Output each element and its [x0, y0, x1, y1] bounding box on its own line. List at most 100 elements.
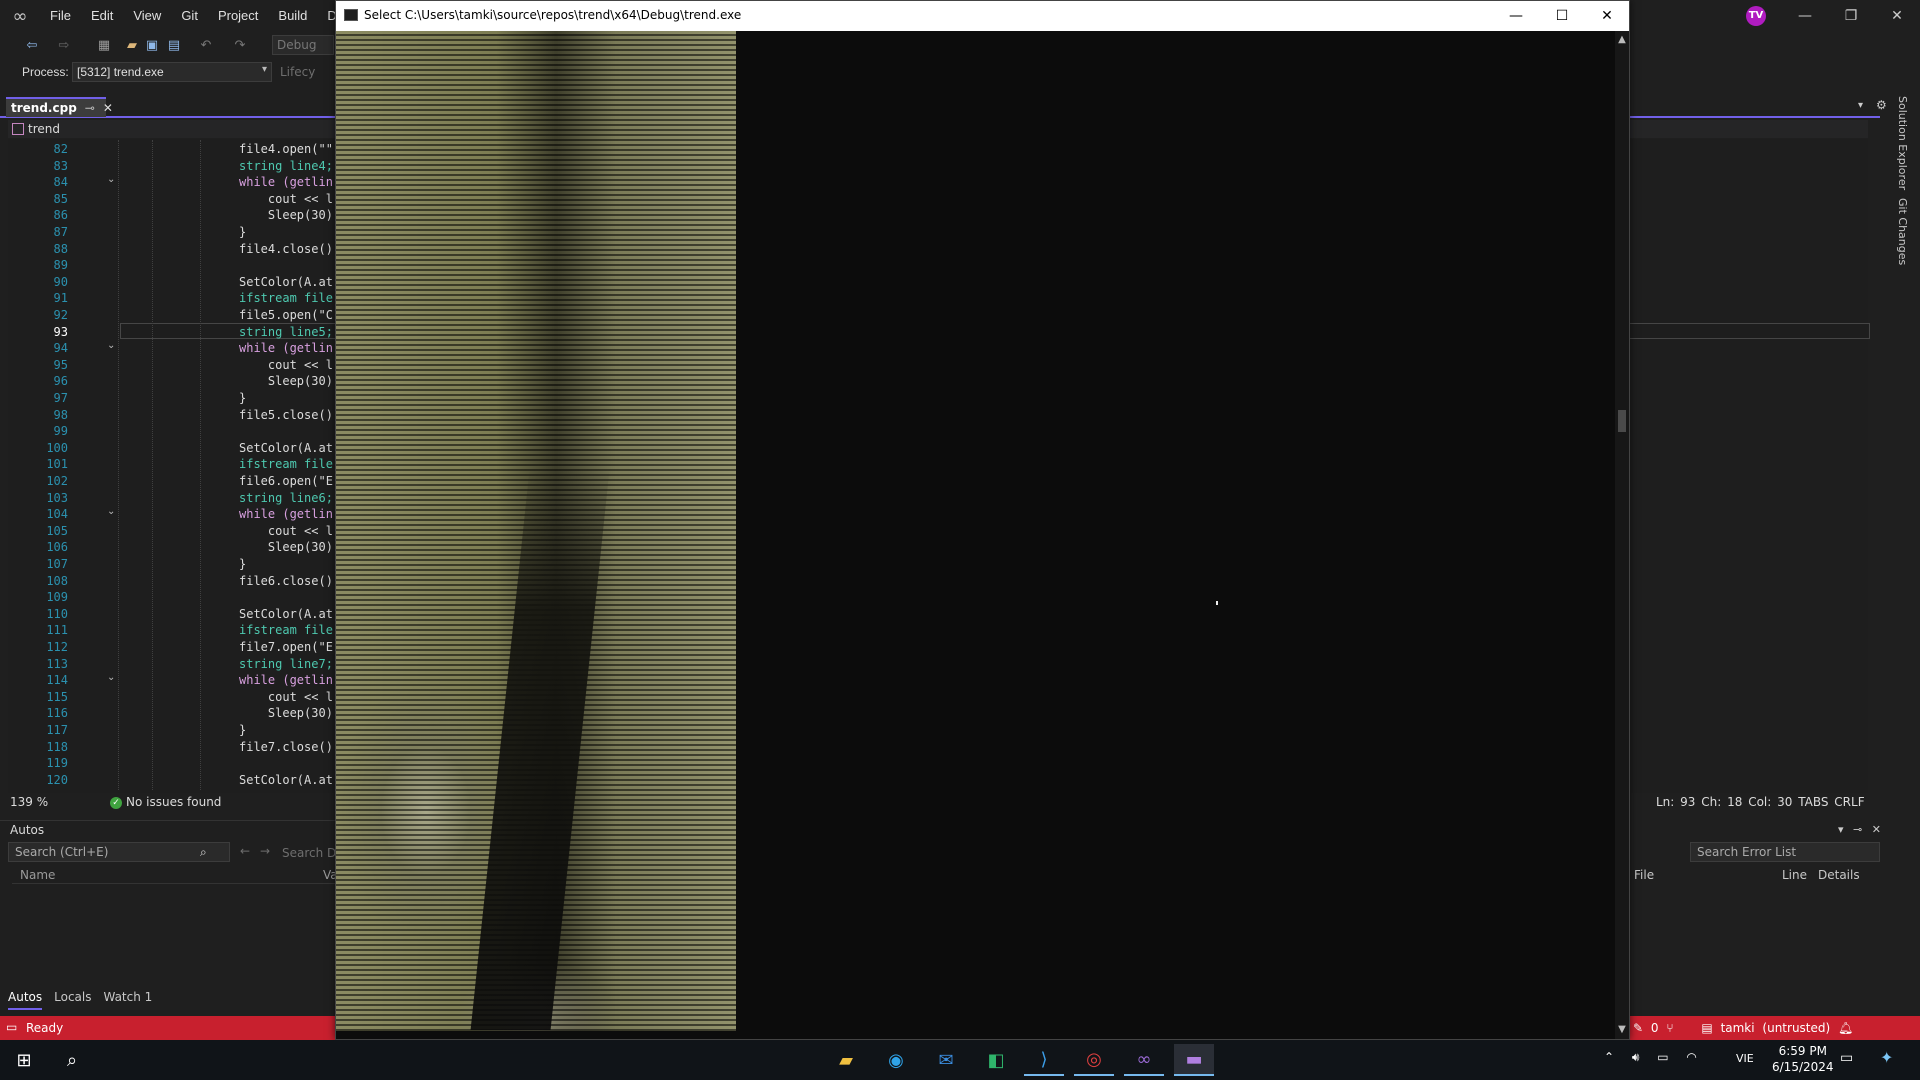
menu-project[interactable]: Project [208, 0, 268, 32]
column-line[interactable]: Line [1782, 868, 1807, 882]
code-line[interactable]: SetColor(A.at [239, 274, 333, 290]
menu-build[interactable]: Build [268, 0, 317, 32]
edge-browser-icon[interactable]: ◉ [876, 1044, 916, 1076]
lifecycle-events-label[interactable]: Lifecy [280, 65, 315, 79]
code-line[interactable]: Sleep(30) [239, 705, 333, 721]
output-window-icon[interactable]: ▭ [6, 1020, 17, 1034]
code-line[interactable]: string line5; [239, 324, 333, 340]
search-icon[interactable]: ⌕ [200, 845, 207, 860]
code-line[interactable]: cout << l [239, 191, 333, 207]
mail-icon[interactable]: ✉ [926, 1044, 966, 1076]
code-line[interactable]: ifstream file [239, 622, 333, 638]
copilot-icon[interactable]: ✦ [1880, 1048, 1893, 1067]
column-details[interactable]: Details [1818, 868, 1860, 882]
error-list-search-input[interactable]: Search Error List [1690, 842, 1880, 862]
code-line[interactable]: file4.open("" [239, 141, 333, 157]
code-line[interactable]: } [239, 722, 246, 738]
search-icon[interactable]: ⌕ [52, 1044, 92, 1076]
col-indicator[interactable]: Col: 30 [1748, 795, 1792, 809]
console-minimize-icon[interactable]: — [1493, 1, 1539, 31]
scroll-up-icon[interactable]: ▲ [1616, 34, 1628, 45]
code-line[interactable]: Sleep(30) [239, 539, 333, 555]
code-line[interactable]: file7.open("E [239, 639, 333, 655]
search-nav-arrows-icon[interactable]: ←→ [240, 844, 280, 858]
notification-center-icon[interactable]: ▭ [1840, 1050, 1853, 1066]
code-line[interactable]: SetColor(A.at [239, 772, 333, 788]
vs-restore-icon[interactable]: ❐ [1828, 0, 1874, 32]
code-line[interactable]: string line7; [239, 656, 333, 672]
chrome-icon[interactable]: ◎ [1074, 1044, 1114, 1076]
tab-locals[interactable]: Locals [54, 990, 91, 1010]
visual-studio-icon[interactable]: ∞ [1124, 1044, 1164, 1076]
vs-minimize-icon[interactable]: — [1782, 0, 1828, 32]
pencil-icon[interactable]: ✎ [1633, 1021, 1643, 1035]
code-line[interactable]: file4.close() [239, 241, 333, 257]
eol-indicator[interactable]: CRLF [1834, 795, 1864, 809]
start-windows-icon[interactable]: ⊞ [4, 1044, 44, 1076]
code-line[interactable]: while (getlin [239, 672, 333, 688]
code-line[interactable]: } [239, 224, 246, 240]
account-avatar[interactable]: TV [1746, 6, 1766, 26]
char-indicator[interactable]: Ch: 18 [1701, 795, 1742, 809]
menu-edit[interactable]: Edit [81, 0, 123, 32]
column-name[interactable]: Name [20, 868, 55, 882]
new-project-icon[interactable]: ▦ [96, 38, 112, 54]
code-line[interactable]: while (getlin [239, 506, 333, 522]
zoom-level[interactable]: 139 % [10, 795, 48, 809]
fold-chevron-icon[interactable]: ⌄ [107, 174, 119, 185]
tray-icons[interactable]: ⌃ 🔊︎ ▭ ◠ [1604, 1050, 1697, 1065]
code-line[interactable]: string line6; [239, 490, 333, 506]
line-indicator[interactable]: Ln: 93 [1656, 795, 1695, 809]
console-scrollbar[interactable] [1615, 31, 1629, 1039]
tab-list-chevron-icon[interactable]: ▾ [1858, 100, 1863, 111]
panel-controls-icon[interactable]: ▾ ⊸ ✕ [1838, 823, 1881, 836]
scroll-down-icon[interactable]: ▼ [1616, 1024, 1628, 1035]
input-language[interactable]: VIE [1736, 1052, 1754, 1065]
code-line[interactable]: ifstream file [239, 456, 333, 472]
code-line[interactable]: while (getlin [239, 174, 333, 190]
meet-icon[interactable]: ◧ [976, 1044, 1016, 1076]
code-line[interactable]: Sleep(30) [239, 373, 333, 389]
tab-trend-cpp[interactable]: trend.cpp ⊸ ✕ [6, 97, 113, 117]
code-line[interactable]: file5.close() [239, 407, 333, 423]
code-line[interactable]: SetColor(A.at [239, 440, 333, 456]
menu-git[interactable]: Git [171, 0, 208, 32]
git-changes-tab[interactable]: Git Changes [1896, 198, 1909, 265]
code-line[interactable]: SetColor(A.at [239, 606, 333, 622]
solution-explorer-tab[interactable]: Solution Explorer [1896, 96, 1909, 190]
code-line[interactable]: while (getlin [239, 340, 333, 356]
code-line[interactable]: cout << l [239, 689, 333, 705]
tab-watch-1[interactable]: Watch 1 [103, 990, 152, 1010]
code-line[interactable]: ifstream file [239, 290, 333, 306]
visual-studio-logo-icon[interactable]: ∞ [0, 0, 40, 32]
fold-chevron-icon[interactable]: ⌄ [107, 340, 119, 351]
fold-chevron-icon[interactable]: ⌄ [107, 506, 119, 517]
git-branch-icon[interactable]: ⑂ [1666, 1021, 1673, 1035]
terminal-icon[interactable]: ▬ [1174, 1044, 1214, 1076]
vs-close-icon[interactable]: ✕ [1874, 0, 1920, 32]
column-file[interactable]: File [1634, 868, 1654, 882]
code-line[interactable]: file6.close() [239, 573, 333, 589]
navigate-forward-icon[interactable]: ⇨ [56, 38, 72, 54]
navigate-back-icon[interactable]: ⇦ [24, 38, 40, 54]
code-line[interactable]: file6.open("E [239, 473, 333, 489]
error-count[interactable]: 0 [1651, 1021, 1659, 1035]
file-explorer-icon[interactable]: ▰ [826, 1044, 866, 1076]
fold-chevron-icon[interactable]: ⌄ [107, 672, 119, 683]
console-app-icon[interactable] [344, 9, 358, 21]
console-maximize-icon[interactable]: ☐ [1539, 1, 1585, 31]
repo-status[interactable]: tamki (untrusted) [1721, 1021, 1831, 1035]
menu-file[interactable]: File [40, 0, 81, 32]
redo-icon[interactable]: ↷ [232, 38, 248, 54]
menu-view[interactable]: View [123, 0, 171, 32]
tab-autos[interactable]: Autos [8, 990, 43, 1010]
tabs-indicator[interactable]: TABS [1798, 795, 1828, 809]
code-line[interactable]: file7.close() [239, 739, 333, 755]
save-icon[interactable]: ▣ [144, 38, 160, 54]
save-all-icon[interactable]: ▤ [166, 38, 182, 54]
autos-search-input[interactable]: Search (Ctrl+E) [8, 842, 230, 862]
issues-indicator[interactable]: No issues found [126, 795, 221, 809]
process-select[interactable]: [5312] trend.exe ▾ [72, 62, 272, 82]
close-tab-icon[interactable]: ✕ [103, 101, 113, 115]
vscode-icon[interactable]: ⟩ [1024, 1044, 1064, 1076]
